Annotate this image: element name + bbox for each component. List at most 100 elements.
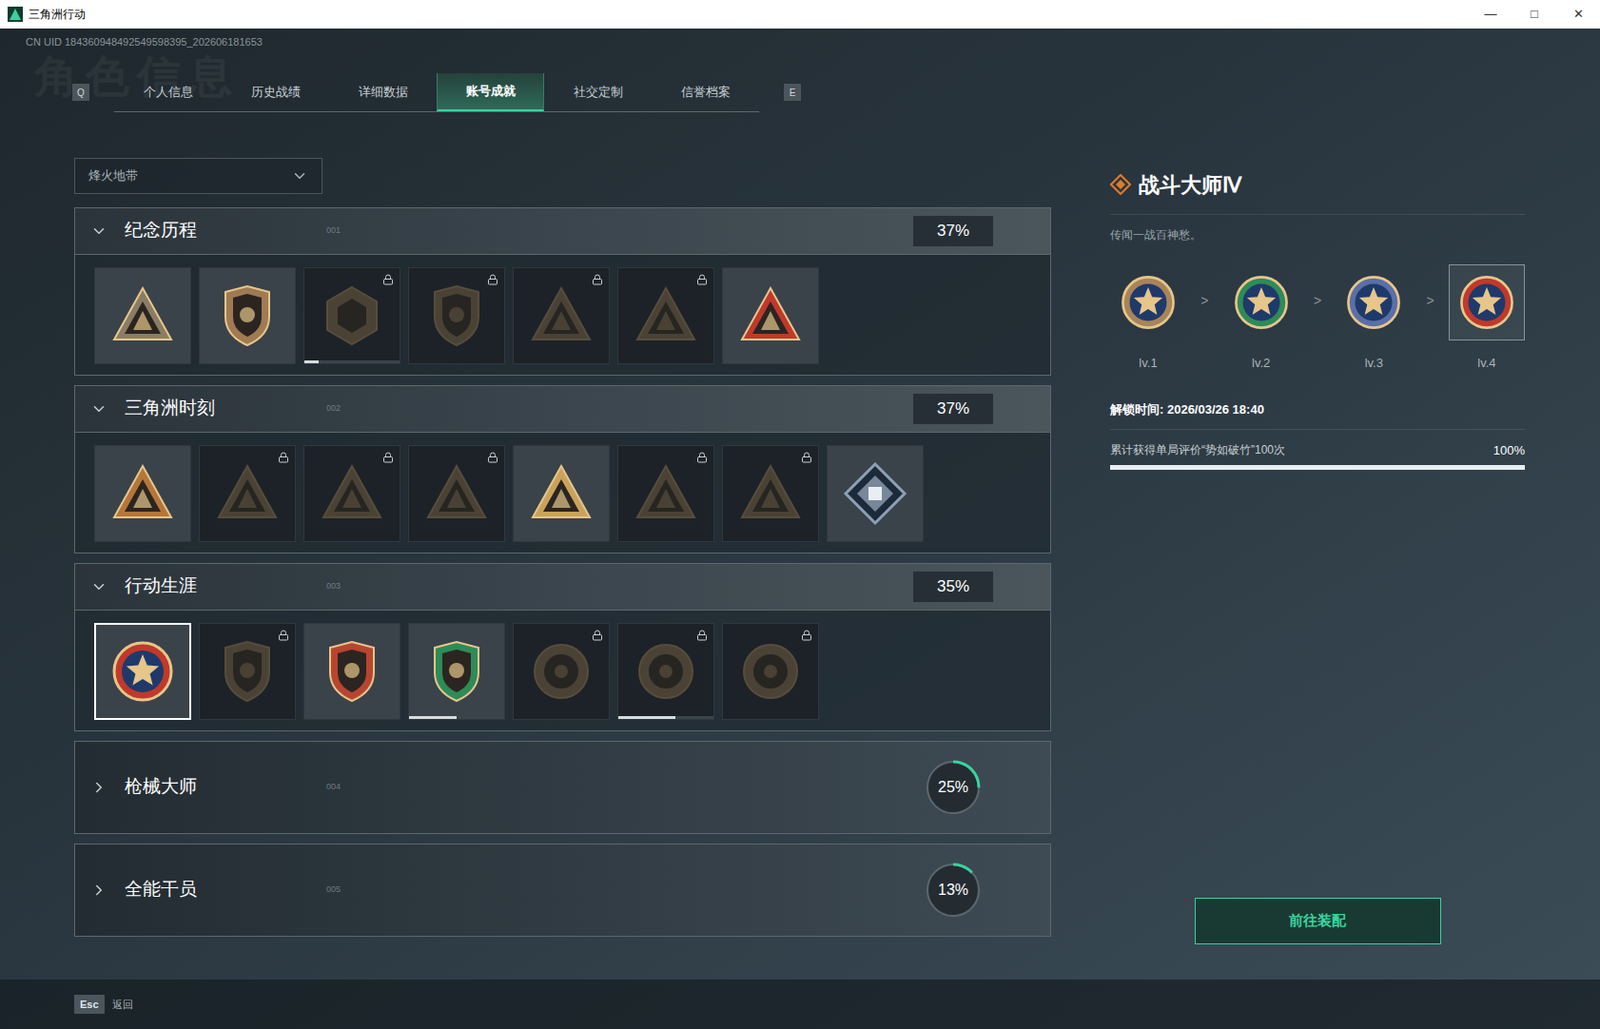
tile-progress: [618, 716, 714, 720]
lock-icon: [696, 451, 708, 464]
achievement-tile[interactable]: [198, 623, 296, 721]
lock-icon: [696, 273, 708, 286]
title-bar: 三角洲行动 —□✕: [0, 0, 1600, 29]
section-ring: 25%: [922, 757, 984, 819]
level-item[interactable]: lv.3: [1335, 264, 1412, 373]
achievement-tile[interactable]: [512, 267, 610, 365]
achievement-section: 枪械大师00425%: [74, 741, 1052, 835]
section-header[interactable]: 枪械大师00425%: [74, 741, 1052, 835]
emblem-icon: [527, 638, 595, 705]
emblem-icon: [214, 638, 281, 705]
uid: CN UID 184360948492549598395_20260618165…: [0, 34, 1600, 51]
detail-title: 战斗大师Ⅳ: [1138, 169, 1242, 201]
equip-button[interactable]: 前往装配: [1194, 897, 1442, 945]
section-header[interactable]: 全能干员00513%: [74, 843, 1052, 937]
esc-key[interactable]: Esc: [74, 995, 105, 1015]
achievement-tile[interactable]: [408, 267, 506, 365]
key-hint[interactable]: E: [783, 83, 801, 101]
tab[interactable]: 信誉档案: [651, 73, 760, 112]
achievement-tile[interactable]: [198, 445, 296, 543]
emblem-icon: [214, 282, 281, 350]
lock-icon: [487, 273, 499, 286]
achievement-tile[interactable]: [303, 445, 401, 543]
achievement-tile[interactable]: [721, 445, 820, 543]
emblem-icon: [1231, 273, 1291, 332]
window-title: 三角洲行动: [28, 5, 86, 23]
emblem-icon: [1118, 273, 1178, 332]
emblem-icon: [737, 460, 804, 527]
lock-icon: [800, 451, 813, 464]
lock-icon: [277, 451, 290, 464]
level-item[interactable]: lv.1: [1110, 264, 1187, 373]
emblem-icon: [632, 638, 700, 705]
section-body: [74, 254, 1052, 376]
tile-progress: [304, 360, 400, 364]
section-body: [74, 432, 1052, 554]
achievement-tile[interactable]: [617, 445, 715, 543]
main: 角色信息CN UID 184360948492549598395_2026061…: [0, 28, 1600, 1029]
achievement-tile[interactable]: [408, 445, 506, 543]
emblem-icon: [527, 460, 595, 527]
achievement-tile[interactable]: [721, 267, 820, 365]
achievement-tile[interactable]: [617, 267, 715, 365]
achievement-tile[interactable]: [408, 623, 506, 721]
requirement-percent: 100%: [1493, 441, 1525, 461]
lock-icon: [487, 451, 499, 464]
emblem-icon: [318, 460, 386, 527]
achievement-section: 三角洲时刻00237%: [74, 385, 1052, 554]
achievement-tile[interactable]: [303, 623, 401, 721]
emblem-icon: [632, 460, 700, 527]
achievement-tile[interactable]: [721, 623, 820, 721]
tab[interactable]: 个人信息: [114, 73, 222, 112]
emblem-icon: [214, 460, 281, 527]
detail-panel: 战斗大师Ⅳ传闻一战百神愁。lv.1>lv.2>lv.3>lv.4解锁时间: 20…: [1110, 157, 1525, 981]
lock-icon: [277, 629, 290, 642]
achievement-tile[interactable]: [94, 267, 192, 365]
tab[interactable]: 社交定制: [544, 73, 652, 112]
section-header[interactable]: 行动生涯00335%: [74, 563, 1052, 611]
level-separator: >: [1313, 291, 1322, 312]
detail-description: 传闻一战百神愁。: [1110, 226, 1525, 244]
emblem-icon: [109, 638, 176, 705]
emblem-icon: [423, 638, 490, 705]
achievement-tile[interactable]: [826, 445, 924, 543]
achievement-tile[interactable]: [198, 267, 296, 365]
back-label[interactable]: 返回: [112, 996, 134, 1014]
achievement-tile[interactable]: [303, 267, 401, 365]
lock-icon: [591, 629, 604, 642]
achievement-tile[interactable]: [512, 445, 610, 543]
lock-icon: [800, 629, 813, 642]
tab[interactable]: 历史战绩: [221, 73, 330, 112]
achievement-tile[interactable]: [94, 623, 192, 721]
level-item[interactable]: lv.4: [1448, 264, 1525, 373]
emblem-icon: [737, 282, 804, 350]
emblem-icon: [318, 638, 386, 705]
chevron-right-icon: [90, 881, 108, 899]
emblem-icon: [1457, 273, 1517, 332]
section-header[interactable]: 纪念历程00137%: [74, 207, 1052, 255]
tab[interactable]: 详细数据: [329, 73, 437, 112]
window-control[interactable]: ✕: [1556, 0, 1600, 29]
lock-icon: [591, 273, 604, 286]
diamond-icon: [1110, 174, 1132, 196]
section-body: [74, 610, 1052, 732]
window-control[interactable]: □: [1512, 0, 1557, 29]
tab[interactable]: 账号成就: [436, 73, 545, 112]
app: 三角洲行动 —□✕角色信息CN UID 184360948492549598395…: [0, 0, 1600, 1029]
chevron-down-icon: [90, 222, 108, 240]
emblem-icon: [527, 282, 595, 350]
achievement-tile[interactable]: [94, 445, 192, 543]
key-hint[interactable]: Q: [72, 83, 90, 101]
achievement-tile[interactable]: [512, 623, 610, 721]
tab-bar: Q 个人信息历史战绩详细数据账号成就社交定制信誉档案 E: [72, 73, 1600, 113]
emblem-icon: [423, 282, 490, 350]
chevron-right-icon: [90, 779, 108, 797]
section-header[interactable]: 三角洲时刻00237%: [74, 385, 1052, 433]
window-control[interactable]: —: [1468, 0, 1513, 29]
achievement-tile[interactable]: [617, 623, 715, 721]
level-item[interactable]: lv.2: [1223, 264, 1300, 373]
section-ring: 13%: [922, 859, 984, 921]
emblem-icon: [737, 638, 804, 705]
achievement-section: 全能干员00513%: [74, 843, 1052, 937]
mode-select[interactable]: 烽火地带: [74, 157, 323, 195]
